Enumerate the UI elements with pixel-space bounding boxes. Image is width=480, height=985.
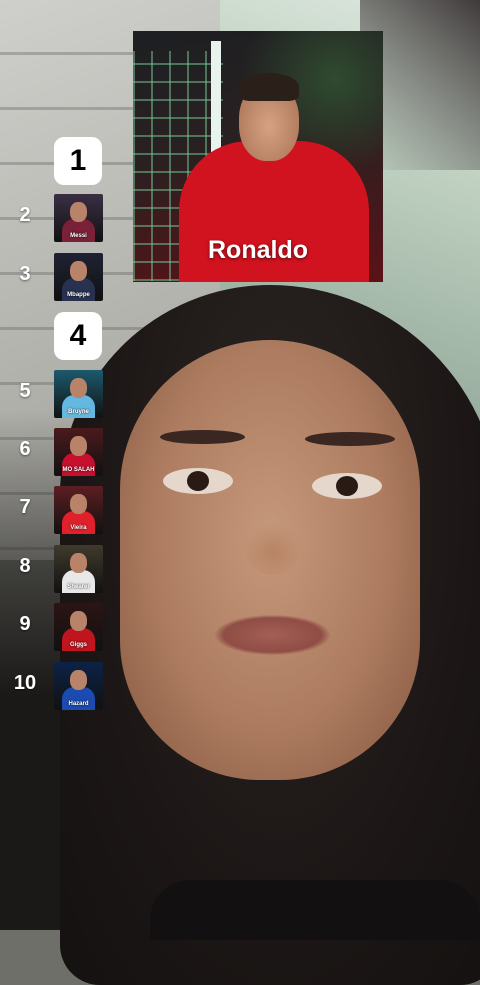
rank-slot-number[interactable]: 1 xyxy=(54,137,102,185)
thumbnail-player-head xyxy=(70,202,87,222)
thumbnail-player-head xyxy=(70,261,87,281)
player-thumbnail-label: Bruyne xyxy=(68,409,89,415)
rank-slot-number[interactable]: 4 xyxy=(54,312,102,360)
ranking-row: 9 Giggs xyxy=(0,603,110,651)
player-thumbnail-label: Mbappe xyxy=(67,292,90,298)
rank-number: 7 xyxy=(19,496,31,518)
person-nose xyxy=(245,520,300,575)
player-thumbnail-label: Vieira xyxy=(70,525,87,531)
rank-number: 8 xyxy=(19,555,31,577)
rank-number: 2 xyxy=(19,204,31,226)
player-thumbnail[interactable]: Hazard xyxy=(54,662,103,710)
person-shirt xyxy=(150,880,480,940)
player-thumbnail[interactable]: Vieira xyxy=(54,486,103,534)
player-thumbnail-label: Giggs xyxy=(69,642,87,648)
featured-player-name: Ronaldo xyxy=(208,236,308,264)
player-thumbnail[interactable]: Mbappe xyxy=(54,253,103,301)
ranking-row: 3 Mbappe xyxy=(0,253,110,301)
right-eye xyxy=(312,473,382,499)
left-eye xyxy=(163,468,233,494)
ranking-row: 7 Vieira xyxy=(0,486,110,534)
thumbnail-player-head xyxy=(70,553,87,573)
rank-number: 6 xyxy=(19,438,31,460)
left-eyebrow xyxy=(160,430,245,444)
rank-number: 10 xyxy=(13,672,37,694)
player-hair xyxy=(239,73,299,101)
thumbnail-player-head xyxy=(70,378,87,398)
thumbnail-player-head xyxy=(70,494,87,514)
thumbnail-player-head xyxy=(70,436,87,456)
right-eyebrow xyxy=(305,432,395,446)
rank-number: 5 xyxy=(19,380,31,402)
ranking-row: 4 xyxy=(0,312,110,360)
ranking-row: 6 MO SALAH xyxy=(0,428,110,476)
player-thumbnail-label: Hazard xyxy=(68,701,89,707)
rank-number: 3 xyxy=(19,263,31,285)
rank-number: 9 xyxy=(19,613,31,635)
player-thumbnail[interactable]: MO SALAH xyxy=(54,428,103,476)
player-thumbnail-label: MO SALAH xyxy=(62,467,95,473)
player-thumbnail[interactable]: Messi xyxy=(54,194,103,242)
ranking-row: 10 Hazard xyxy=(0,662,110,710)
ranking-row: 2 Messi xyxy=(0,194,110,242)
thumbnail-player-head xyxy=(70,670,87,690)
player-thumbnail-label: Shearer xyxy=(67,584,90,590)
ranking-row: 1 xyxy=(0,137,110,185)
ranking-row: 8 Shearer xyxy=(0,545,110,593)
featured-player-card: Ronaldo xyxy=(133,31,383,282)
ranking-row: 5 Bruyne xyxy=(0,370,110,418)
thumbnail-player-head xyxy=(70,611,87,631)
player-thumbnail-label: Messi xyxy=(70,233,87,239)
player-thumbnail[interactable]: Giggs xyxy=(54,603,103,651)
player-thumbnail[interactable]: Bruyne xyxy=(54,370,103,418)
person-mouth xyxy=(215,615,330,655)
player-thumbnail[interactable]: Shearer xyxy=(54,545,103,593)
